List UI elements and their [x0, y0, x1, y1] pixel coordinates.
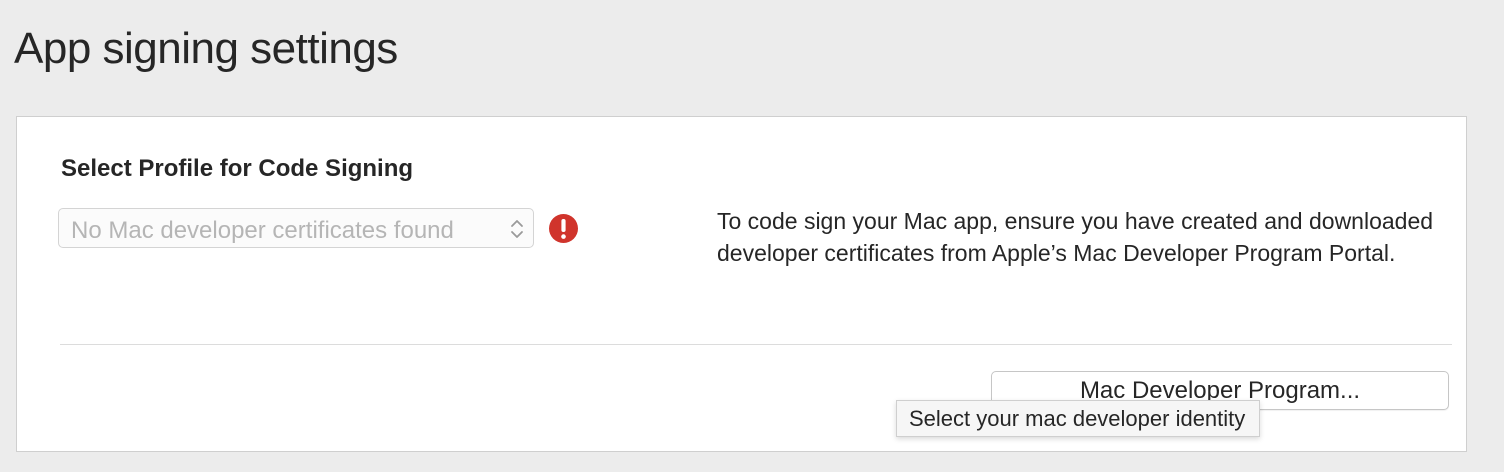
- chevron-up-down-icon: [511, 220, 523, 238]
- page-title: App signing settings: [14, 24, 398, 73]
- profile-select[interactable]: No Mac developer certificates found: [58, 208, 534, 248]
- divider: [60, 344, 1452, 345]
- section-title: Select Profile for Code Signing: [61, 155, 414, 182]
- help-text: To code sign your Mac app, ensure you ha…: [717, 208, 1434, 266]
- tooltip: Select your mac developer identity: [896, 400, 1261, 437]
- signing-panel: Select Profile for Code Signing No Mac d…: [16, 116, 1467, 452]
- error-icon: [549, 214, 578, 243]
- profile-select-value: No Mac developer certificates found: [71, 217, 454, 244]
